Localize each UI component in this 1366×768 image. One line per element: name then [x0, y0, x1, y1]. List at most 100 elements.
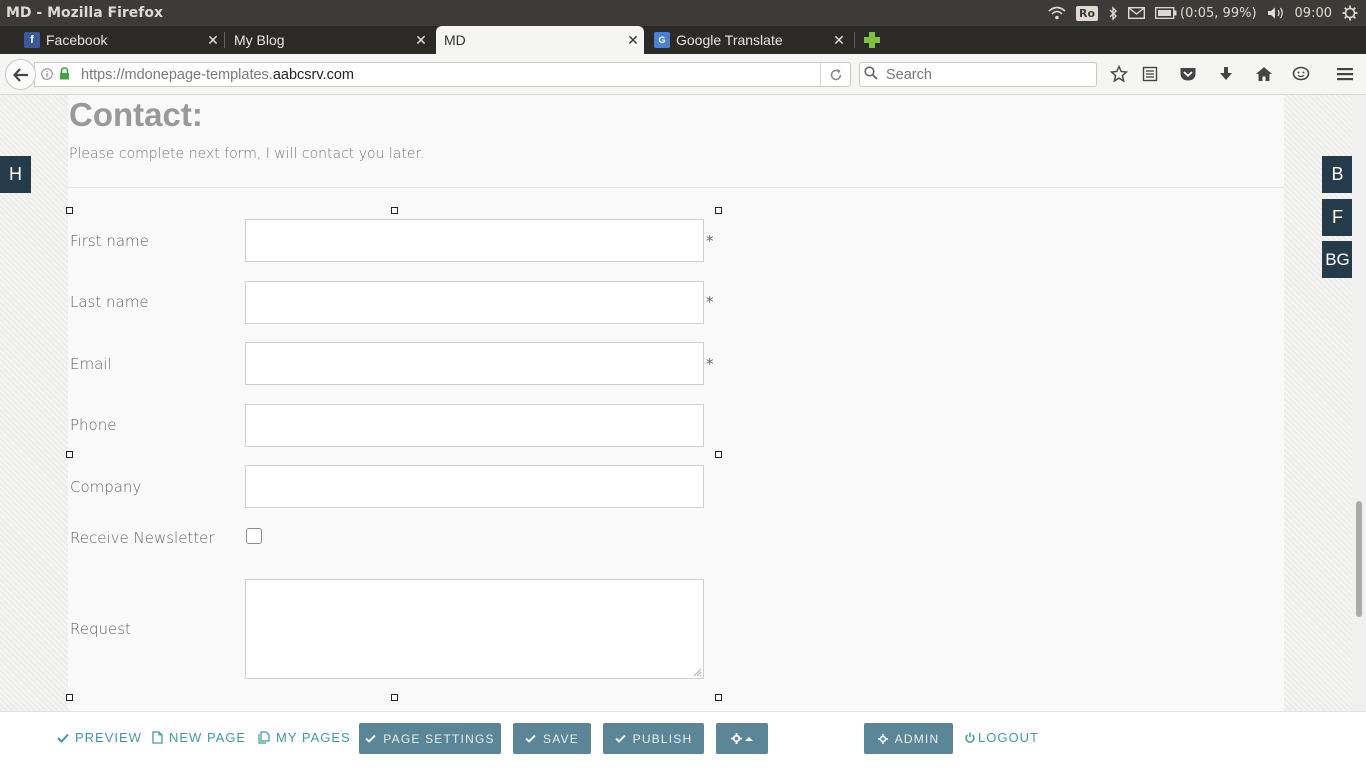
tab-google-translate[interactable]: G Google Translate ✕ [654, 26, 850, 54]
preview-button[interactable]: PREVIEW [57, 730, 142, 745]
background-section-tab[interactable]: BG [1322, 241, 1352, 278]
tab-label: MD [444, 32, 466, 48]
url-text[interactable]: https://mdonepage-templates.aabcsrv.com [81, 67, 820, 83]
facebook-icon: f [24, 32, 40, 48]
close-icon[interactable]: ✕ [410, 32, 432, 49]
admin-label: ADMIN [894, 731, 940, 746]
scrollbar-thumb[interactable] [1356, 501, 1362, 617]
menu-hamburger-icon[interactable] [1335, 64, 1355, 84]
resize-handle[interactable] [66, 694, 73, 701]
request-label: Request [70, 620, 131, 638]
resize-handle[interactable] [715, 451, 722, 458]
publish-label: PUBLISH [632, 731, 693, 746]
gear-icon [731, 733, 742, 744]
page-title: Contact: [69, 96, 203, 133]
resize-handle[interactable] [391, 207, 398, 214]
company-field[interactable] [245, 465, 704, 508]
keyboard-layout-indicator[interactable]: Ro [1076, 5, 1099, 21]
back-arrow-icon [12, 67, 28, 82]
download-icon[interactable] [1216, 64, 1236, 84]
settings-dropdown-button[interactable] [716, 723, 768, 754]
pocket-icon[interactable] [1178, 64, 1198, 84]
body-section-tab[interactable]: B [1322, 156, 1352, 193]
page-settings-button[interactable]: PAGE SETTINGS [359, 723, 501, 754]
email-field[interactable] [245, 342, 704, 385]
resize-handle[interactable] [66, 451, 73, 458]
tab-label: My Blog [234, 32, 285, 48]
admin-button[interactable]: ADMIN [864, 723, 953, 754]
info-icon[interactable] [41, 65, 55, 84]
bluetooth-icon[interactable] [1108, 5, 1118, 21]
newsletter-label: Receive Newsletter [70, 529, 215, 547]
file-icon [152, 731, 163, 744]
first-name-field[interactable] [245, 219, 704, 262]
lock-icon[interactable] [59, 65, 73, 84]
vertical-scrollbar[interactable] [1352, 95, 1366, 711]
reload-icon[interactable] [820, 63, 850, 86]
gear-icon [877, 733, 888, 744]
resize-handle[interactable] [66, 207, 73, 214]
last-name-field[interactable] [245, 281, 704, 324]
tab-my-blog[interactable]: My Blog ✕ [228, 26, 432, 54]
resize-handle[interactable] [715, 694, 722, 701]
back-button[interactable] [5, 59, 36, 90]
url-bar[interactable]: https://mdonepage-templates.aabcsrv.com [34, 62, 851, 87]
reading-list-icon[interactable] [1140, 64, 1160, 84]
newsletter-checkbox[interactable] [246, 528, 262, 544]
phone-field[interactable] [245, 404, 704, 447]
os-indicators: Ro (0:05, 99%) 09:00 [1048, 0, 1358, 26]
browser-nav-bar: https://mdonepage-templates.aabcsrv.com [0, 54, 1366, 95]
home-icon[interactable] [1254, 64, 1274, 84]
new-page-label: NEW PAGE [169, 730, 247, 745]
os-top-bar: MD - Mozilla Firefox Ro (0:05, 99%) 09:0… [0, 0, 1366, 26]
publish-button[interactable]: PUBLISH [603, 723, 704, 754]
caret-up-icon [745, 736, 753, 741]
new-page-button[interactable]: NEW PAGE [152, 730, 246, 745]
search-input[interactable] [886, 66, 1086, 83]
required-mark: * [706, 355, 714, 373]
tab-label: Facebook [46, 32, 108, 48]
check-icon [525, 734, 536, 743]
logout-button[interactable]: LOGOUT [965, 730, 1039, 745]
tab-md[interactable]: MD ✕ [436, 26, 644, 54]
phone-label: Phone [70, 416, 117, 434]
header-section-tab[interactable]: H [0, 156, 31, 193]
google-translate-icon: G [654, 32, 670, 48]
my-pages-button[interactable]: MY PAGES [258, 730, 351, 745]
page-settings-label: PAGE SETTINGS [383, 731, 495, 746]
last-name-label: Last name [70, 293, 149, 311]
battery-icon [1155, 7, 1177, 19]
volume-icon[interactable] [1267, 6, 1285, 20]
email-label: Email [70, 355, 112, 373]
hello-chat-icon[interactable] [1291, 64, 1311, 84]
bookmark-star-icon[interactable] [1109, 64, 1129, 84]
resize-grip-icon[interactable] [692, 667, 702, 677]
logout-label: LOGOUT [978, 730, 1039, 745]
footer-section-tab[interactable]: F [1322, 199, 1352, 236]
window-title: MD - Mozilla Firefox [6, 5, 164, 21]
save-button[interactable]: SAVE [513, 723, 591, 754]
page-viewport: Contact: Please complete next form, I wi… [0, 95, 1352, 711]
resize-handle[interactable] [715, 207, 722, 214]
request-textarea[interactable] [245, 579, 704, 679]
search-bar[interactable] [859, 62, 1097, 87]
resize-handle[interactable] [391, 694, 398, 701]
close-icon[interactable]: ✕ [202, 32, 224, 49]
tab-separator [854, 32, 855, 48]
tab-separator [224, 32, 225, 48]
battery-indicator[interactable]: (0:05, 99%) [1155, 6, 1257, 21]
check-icon [614, 734, 626, 743]
tab-facebook[interactable]: f Facebook ✕ [24, 26, 224, 54]
files-icon [258, 731, 270, 744]
close-icon[interactable]: ✕ [828, 32, 850, 49]
save-label: SAVE [543, 731, 579, 746]
settings-gear-icon[interactable] [1342, 5, 1358, 21]
close-icon[interactable]: ✕ [622, 32, 644, 49]
required-mark: * [706, 293, 714, 311]
wifi-icon[interactable] [1048, 6, 1066, 20]
new-tab-plus-icon[interactable] [862, 30, 882, 50]
power-icon [965, 732, 975, 743]
mail-icon[interactable] [1128, 7, 1146, 19]
editor-toolbar: PREVIEW NEW PAGE MY PAGES PAGE SETTINGS … [0, 711, 1366, 768]
clock[interactable]: 09:00 [1295, 6, 1332, 21]
